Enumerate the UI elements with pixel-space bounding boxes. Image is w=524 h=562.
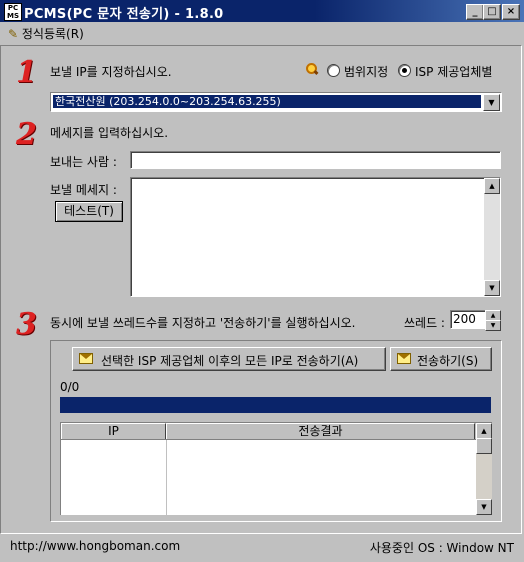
scroll-thumb[interactable] [476,438,492,454]
isp-select-value: 한국전산원 (203.254.0.0~203.254.63.255) [53,95,481,108]
message-scrollbar[interactable]: ▲ ▼ [484,178,500,296]
column-result[interactable]: 전송결과 [166,423,475,439]
thread-input[interactable]: 200 [450,310,486,329]
menu-register[interactable]: ✎ 정식등록(R) [8,25,84,42]
send-label: 전송하기(S) [417,354,479,368]
maximize-button[interactable]: □ [483,4,501,20]
window-title: PCMS(PC 문자 전송기) - 1.8.0 [24,7,224,22]
close-button[interactable]: × [502,4,520,20]
step-2-number: 2 [16,117,37,152]
isp-select[interactable]: 한국전산원 (203.254.0.0~203.254.63.255) ▼ [50,92,502,112]
step-3-number: 3 [16,307,37,342]
scroll-down-icon[interactable]: ▼ [476,499,492,515]
thread-label: 쓰레드 : [404,316,445,330]
radio-isp[interactable] [398,64,411,77]
app-icon: PC MS [4,3,22,21]
progress-text: 0/0 [60,380,80,394]
step-2-instruction: 메세지를 입력하십시오. [50,126,169,140]
status-os: 사용중인 OS : Window NT [369,541,514,555]
message-textarea[interactable]: ▲ ▼ [130,177,501,297]
result-list-header: IP 전송결과 [61,423,476,440]
pencil-icon: ✎ [8,27,19,41]
step-1-instruction: 보낼 IP를 지정하십시오. [50,65,172,79]
radio-range-label: 범위지정 [344,65,389,79]
step-3-instruction: 동시에 보낼 쓰레드수를 지정하고 '전송하기'를 실행하십시오. [50,316,356,330]
minimize-button[interactable]: _ [466,4,484,20]
result-scrollbar[interactable]: ▲ ▼ [476,423,492,515]
chevron-down-icon[interactable]: ▼ [483,94,500,111]
message-label: 보낼 메세지 : [50,183,117,197]
test-button[interactable]: 테스트(T) [55,201,123,222]
scroll-down-icon[interactable]: ▼ [484,280,500,296]
send-isp-label: 선택한 ISP 제공업체 이후의 모든 IP로 전송하기(A) [101,354,359,368]
radio-range[interactable] [327,64,340,77]
column-ip[interactable]: IP [61,423,166,439]
status-url[interactable]: http://www.hongboman.com [10,539,180,553]
progress-fill [60,397,491,413]
column-divider [166,440,167,515]
scroll-up-icon[interactable]: ▲ [476,423,492,439]
sender-label: 보내는 사람 : [50,155,117,169]
step-1-number: 1 [16,55,37,90]
scroll-up-icon[interactable]: ▲ [484,178,500,194]
sender-input[interactable] [130,151,501,169]
menu-register-label: 정식등록(R) [21,27,84,41]
send-button[interactable]: 전송하기(S) [390,347,492,371]
radio-isp-label: ISP 제공업체별 [415,65,493,79]
envelope-icon [397,353,411,364]
result-list[interactable]: IP 전송결과 ▲ ▼ [60,422,492,515]
send-isp-button[interactable]: 선택한 ISP 제공업체 이후의 모든 IP로 전송하기(A) [72,347,386,371]
progress-bar [60,397,491,413]
search-icon[interactable] [306,63,319,75]
spin-down-icon[interactable]: ▼ [485,320,501,331]
envelope-icon [79,353,93,364]
